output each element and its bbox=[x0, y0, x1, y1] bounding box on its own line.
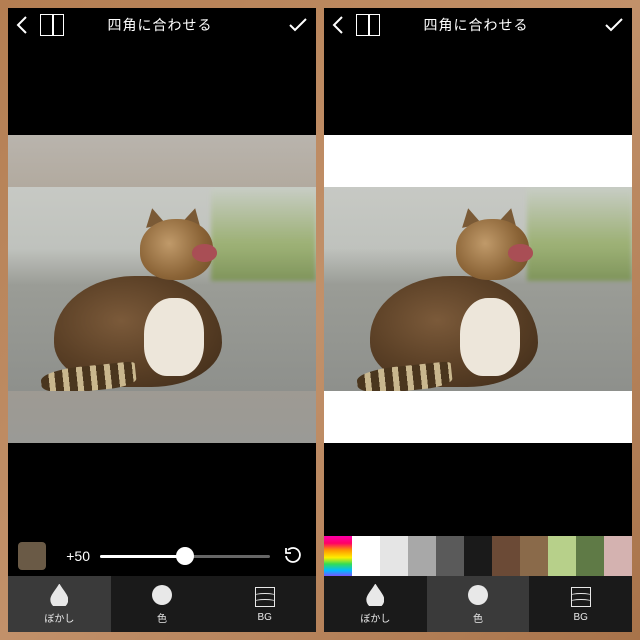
tab-label: 色 bbox=[473, 610, 483, 625]
page-title: 四角に合わせる bbox=[70, 15, 280, 35]
fill-top bbox=[324, 135, 632, 187]
color-icon bbox=[467, 584, 489, 606]
aspect-ratio-button[interactable] bbox=[356, 14, 380, 36]
color-swatch[interactable] bbox=[604, 536, 632, 576]
square-frame bbox=[324, 135, 632, 443]
tab-label: ぼかし bbox=[44, 610, 74, 625]
color-swatch[interactable] bbox=[492, 536, 520, 576]
aspect-ratio-button[interactable] bbox=[40, 14, 64, 36]
blur-icon bbox=[364, 584, 386, 606]
slider-knob[interactable] bbox=[176, 547, 194, 565]
confirm-button[interactable] bbox=[280, 17, 308, 33]
topbar: 四角に合わせる bbox=[8, 8, 316, 42]
fill-top bbox=[8, 135, 316, 187]
blur-icon bbox=[48, 584, 70, 606]
photo bbox=[324, 187, 632, 390]
color-palette bbox=[324, 536, 632, 576]
square-frame bbox=[8, 135, 316, 443]
page-title: 四角に合わせる bbox=[386, 15, 596, 35]
canvas[interactable] bbox=[324, 42, 632, 536]
tab-label: BG bbox=[257, 612, 271, 623]
color-swatch[interactable] bbox=[408, 536, 436, 576]
topbar: 四角に合わせる bbox=[324, 8, 632, 42]
canvas[interactable] bbox=[8, 42, 316, 536]
slider-value: +50 bbox=[56, 548, 90, 564]
fill-bottom bbox=[324, 391, 632, 443]
bottom-tabs: ぼかし 色 BG bbox=[8, 576, 316, 632]
blur-slider[interactable] bbox=[100, 555, 270, 558]
rotate-button[interactable] bbox=[280, 543, 306, 569]
color-swatch[interactable] bbox=[576, 536, 604, 576]
photo bbox=[8, 187, 316, 390]
color-icon bbox=[151, 584, 173, 606]
color-swatch[interactable] bbox=[548, 536, 576, 576]
fill-bottom bbox=[8, 391, 316, 443]
color-swatch[interactable] bbox=[324, 536, 352, 576]
back-button[interactable] bbox=[16, 16, 34, 34]
color-swatch[interactable] bbox=[380, 536, 408, 576]
blur-slider-row: +50 bbox=[8, 536, 316, 576]
tab-color[interactable]: 色 bbox=[111, 576, 214, 632]
tab-bg[interactable]: BG bbox=[213, 576, 316, 632]
tab-label: 色 bbox=[157, 610, 167, 625]
color-swatch[interactable] bbox=[352, 536, 380, 576]
color-swatch[interactable] bbox=[520, 536, 548, 576]
tab-color[interactable]: 色 bbox=[427, 576, 530, 632]
confirm-button[interactable] bbox=[596, 17, 624, 33]
bottom-tabs: ぼかし 色 BG bbox=[324, 576, 632, 632]
back-button[interactable] bbox=[332, 16, 350, 34]
bg-icon bbox=[254, 586, 276, 608]
bg-thumbnail[interactable] bbox=[18, 542, 46, 570]
color-swatch[interactable] bbox=[436, 536, 464, 576]
screen-right: 四角に合わせる ぼかし bbox=[324, 8, 632, 632]
tab-label: ぼかし bbox=[360, 610, 390, 625]
tab-bg[interactable]: BG bbox=[529, 576, 632, 632]
screen-left: 四角に合わせる +50 bbox=[8, 8, 316, 632]
tab-label: BG bbox=[573, 612, 587, 623]
tab-blur[interactable]: ぼかし bbox=[324, 576, 427, 632]
bg-icon bbox=[570, 586, 592, 608]
tab-blur[interactable]: ぼかし bbox=[8, 576, 111, 632]
color-swatch[interactable] bbox=[464, 536, 492, 576]
